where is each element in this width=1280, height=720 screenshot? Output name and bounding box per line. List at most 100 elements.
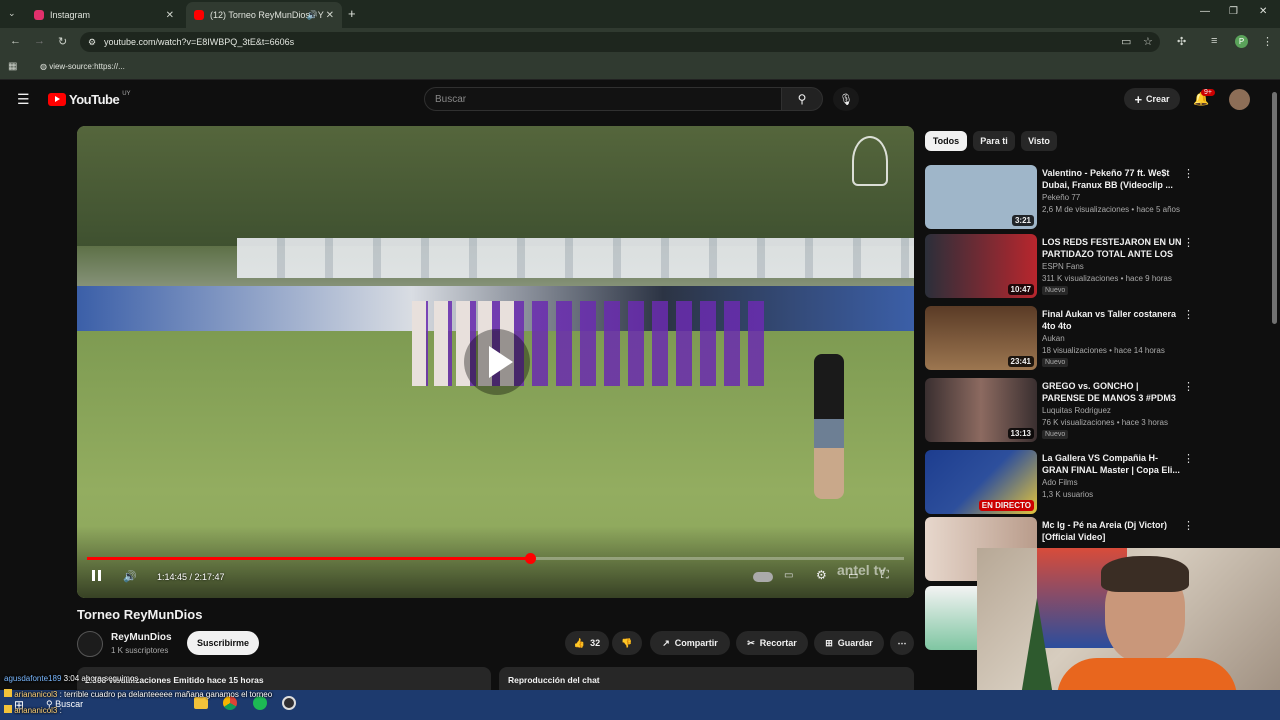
subtitles-icon[interactable]: ▭ (784, 570, 793, 581)
save-button[interactable]: ⊞ Guardar (814, 631, 884, 655)
big-play-icon[interactable] (464, 329, 530, 395)
video-title: Torneo ReyMunDios (77, 607, 203, 622)
progress-scrubber[interactable] (524, 553, 536, 564)
subscribe-button[interactable]: Suscribirme (187, 631, 259, 655)
recommendation-title[interactable]: GREGO vs. GONCHO | PARENSE DE MANOS 3 #P… (1042, 380, 1182, 404)
chat-username: agusdafonte189 (4, 674, 62, 683)
video-trees (77, 126, 914, 246)
recommendation-channel[interactable]: Pekeño 77 (1042, 193, 1080, 202)
plus-icon: + (1134, 91, 1143, 107)
sidebar-scrollbar[interactable] (1272, 92, 1277, 324)
speaker-icon[interactable]: 🔊 (307, 10, 318, 21)
forward-icon[interactable]: → (34, 35, 45, 47)
back-icon[interactable]: ← (10, 35, 21, 47)
close-window-button[interactable]: ✕ (1259, 6, 1267, 17)
chat-replay-header: Reproducción del chat (508, 675, 600, 685)
recommendation-views: 76 K visualizaciones • hace 3 horas (1042, 418, 1168, 427)
new-tab-button[interactable]: + (348, 6, 356, 21)
tab-instagram[interactable]: Instagram ✕ (26, 2, 182, 28)
kebab-menu-icon[interactable]: ⋮ (1183, 308, 1194, 321)
chip-para-ti[interactable]: Para ti (973, 131, 1015, 151)
close-icon[interactable]: ✕ (166, 10, 174, 21)
chip-visto[interactable]: Visto (1021, 131, 1057, 151)
recommendation-channel[interactable]: Ado Films (1042, 478, 1078, 487)
apps-icon[interactable]: ▦ (8, 61, 17, 72)
video-thumbnail[interactable]: EN DIRECTO (925, 450, 1037, 514)
chat-username: ariananicol3 (14, 690, 58, 699)
extensions-icon[interactable]: ✣ (1177, 35, 1186, 48)
youtube-logo[interactable]: YouTube UY (48, 91, 131, 107)
voice-search-button[interactable]: 🎙 (833, 87, 859, 111)
close-icon[interactable]: ✕ (326, 10, 334, 21)
share-icon: ↗ (662, 637, 670, 648)
address-bar[interactable]: ⚙ youtube.com/watch?v=E8IWBPQ_3tE&t=6606… (80, 32, 1160, 52)
url-text: youtube.com/watch?v=E8IWBPQ_3tE&t=6606s (104, 37, 295, 47)
like-count: 32 (590, 638, 601, 648)
settings-gear-icon[interactable]: ⚙ (816, 568, 827, 582)
media-icon[interactable]: ≡ (1211, 35, 1217, 47)
recommendation-channel[interactable]: Luquitas Rodriguez (1042, 406, 1111, 415)
install-icon[interactable]: ▭ (1121, 35, 1131, 48)
channel-name[interactable]: ReyMunDios (111, 632, 172, 643)
dislike-button[interactable]: 👎 (612, 631, 642, 655)
kebab-menu-icon[interactable]: ⋮ (1183, 167, 1194, 180)
kebab-menu-icon[interactable]: ⋮ (1183, 452, 1194, 465)
recommendation-title[interactable]: Mc Ig - Pé na Areia (Dj Victor) [Officia… (1042, 519, 1182, 543)
recommendation-title[interactable]: La Gallera VS Compañia H- GRAN FINAL Mas… (1042, 452, 1182, 476)
video-player[interactable]: 🔊 1:14:45 / 2:17:47 ▭ ⚙ ▭ ⛶ antel tv (77, 126, 914, 598)
kebab-menu-icon[interactable]: ⋮ (1183, 380, 1194, 393)
like-button[interactable]: 👍 32 (565, 631, 609, 655)
video-thumbnail[interactable]: 13:13 (925, 378, 1037, 442)
reload-icon[interactable]: ↻ (58, 35, 67, 48)
recommendation-item[interactable]: 23:41 Final Aukan vs Taller costanera 4t… (925, 306, 1195, 370)
menu-icon[interactable]: ⋮ (1262, 35, 1273, 48)
chat-badge-icon (4, 705, 12, 713)
recommendation-channel[interactable]: Aukan (1042, 334, 1065, 343)
tab-search-icon[interactable]: ⌄ (8, 8, 16, 19)
recommendation-views: 2,6 M de visualizaciones • hace 5 años (1042, 205, 1180, 214)
minimize-button[interactable]: — (1200, 6, 1210, 17)
video-thumbnail[interactable] (925, 586, 977, 650)
more-actions-button[interactable]: ⋯ (890, 631, 914, 655)
kebab-menu-icon[interactable]: ⋮ (1183, 236, 1194, 249)
recommendation-item[interactable]: 10:47 LOS REDS FESTEJARON EN UN PARTIDAZ… (925, 234, 1195, 298)
chat-message: ariananicol3 : (4, 705, 62, 715)
create-button[interactable]: + Crear (1124, 88, 1180, 110)
share-button[interactable]: ↗ Compartir (650, 631, 730, 655)
search-input[interactable]: Buscar (424, 87, 782, 111)
recommendation-item[interactable]: 3:21 Valentino - Pekeño 77 ft. We$t Duba… (925, 165, 1195, 229)
recommendation-item[interactable]: 13:13 GREGO vs. GONCHO | PARENSE DE MANO… (925, 378, 1195, 442)
maximize-button[interactable]: ❐ (1229, 6, 1238, 17)
recommendation-title[interactable]: LOS REDS FESTEJARON EN UN PARTIDAZO TOTA… (1042, 236, 1182, 260)
volume-icon[interactable]: 🔊 (123, 570, 137, 583)
channel-avatar[interactable] (77, 631, 103, 657)
progress-bar[interactable] (87, 553, 904, 564)
chat-text: : (59, 706, 62, 715)
bookmark-star-icon[interactable]: ☆ (1143, 35, 1153, 48)
obs-icon[interactable] (282, 696, 296, 710)
chip-todos[interactable]: Todos (925, 131, 967, 151)
tab-youtube[interactable]: (12) Torneo ReyMunDios - Y 🔊 ✕ (186, 2, 342, 28)
kebab-menu-icon[interactable]: ⋮ (1183, 519, 1194, 532)
search-icon: ⚲ (797, 92, 807, 106)
profile-avatar[interactable]: P (1235, 35, 1248, 48)
site-info-icon[interactable]: ⚙ (88, 37, 96, 48)
recommendation-title[interactable]: Final Aukan vs Taller costanera 4to 4to (1042, 308, 1182, 332)
pause-button[interactable] (90, 568, 104, 584)
globe-icon: ◍ (40, 62, 50, 71)
chat-message: agusdafonte189 3:04 ahora seguimos (4, 674, 138, 683)
video-thumbnail[interactable]: 10:47 (925, 234, 1037, 298)
video-cameraman (814, 354, 844, 499)
video-thumbnail[interactable]: 23:41 (925, 306, 1037, 370)
live-badge: EN DIRECTO (978, 500, 1034, 511)
autoplay-toggle[interactable] (753, 572, 773, 582)
clip-button[interactable]: ✂ Recortar (736, 631, 808, 655)
bookmark-item[interactable]: ◍ view-source:https://... (40, 62, 125, 71)
search-button[interactable]: ⚲ (781, 87, 823, 111)
recommendation-item[interactable]: EN DIRECTO La Gallera VS Compañia H- GRA… (925, 450, 1195, 514)
account-avatar[interactable] (1229, 89, 1250, 110)
recommendation-channel[interactable]: ESPN Fans (1042, 262, 1084, 271)
guide-menu-icon[interactable]: ☰ (17, 91, 30, 108)
video-thumbnail[interactable]: 3:21 (925, 165, 1037, 229)
recommendation-title[interactable]: Valentino - Pekeño 77 ft. We$t Dubai, Fr… (1042, 167, 1182, 191)
